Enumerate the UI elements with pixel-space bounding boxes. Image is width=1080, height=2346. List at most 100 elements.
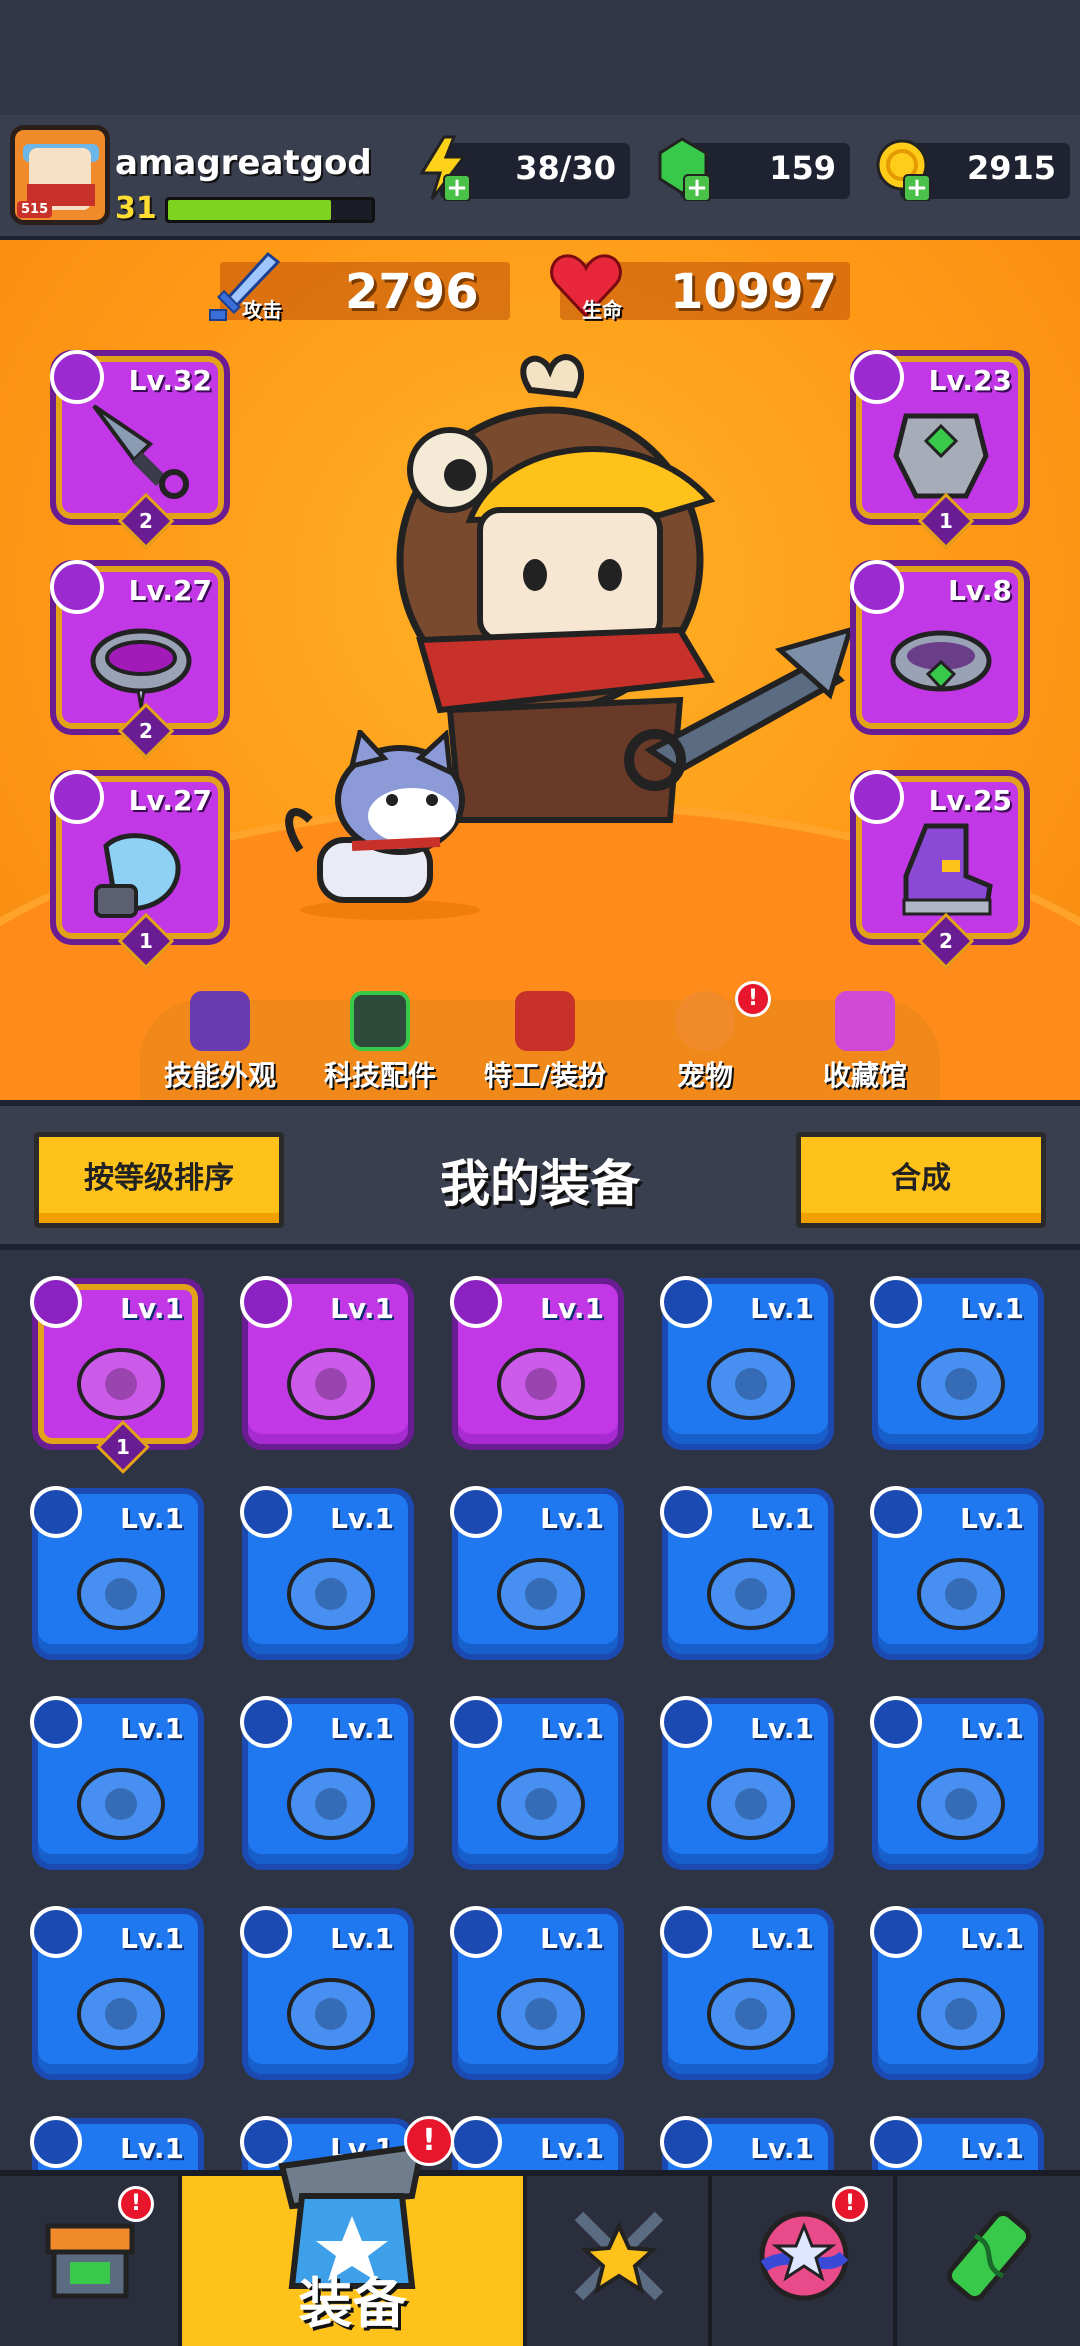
item-level: Lv.1 — [540, 1292, 604, 1325]
category-icon — [870, 1276, 922, 1328]
emerald-necklace-icon — [287, 1768, 375, 1840]
machete-icon — [707, 1348, 795, 1420]
equipment-card[interactable]: Lv.1 — [870, 2116, 1044, 2170]
category-icon — [660, 1276, 712, 1328]
xp-bar — [165, 197, 375, 223]
tab-events[interactable]: ! — [712, 2176, 897, 2346]
category-icon — [240, 1276, 292, 1328]
coin-counter[interactable]: + 2915 — [876, 139, 1070, 201]
player-header: 515 amagreatgod 31 + 38/30 + 159 + 2915 — [0, 115, 1080, 240]
equipment-card[interactable]: Lv.1 — [30, 1906, 204, 2080]
equipped-slot-weapon[interactable]: Lv.32 2 — [50, 350, 230, 550]
tab-lab[interactable] — [897, 2176, 1080, 2346]
category-icon — [450, 1486, 502, 1538]
shop-icon — [45, 2223, 135, 2299]
player-avatar[interactable]: 515 — [10, 125, 110, 225]
equipment-card[interactable]: Lv.1 — [240, 1696, 414, 1870]
pet-cat[interactable] — [280, 730, 500, 920]
merge-button[interactable]: 合成 — [796, 1132, 1046, 1228]
claw-glove-icon — [94, 833, 181, 918]
category-icon — [870, 1486, 922, 1538]
shop-alert-badge: ! — [118, 2186, 154, 2222]
agent-icon — [515, 991, 575, 1051]
equipment-card[interactable]: Lv.1 — [870, 1486, 1044, 1660]
avatar-badge: 515 — [17, 201, 53, 218]
gem-counter[interactable]: + 159 — [658, 137, 850, 201]
energy-plus-icon[interactable]: + — [414, 135, 476, 201]
equipment-card[interactable]: Lv.1 — [240, 1276, 414, 1450]
tab-equipment[interactable]: ! 装备 — [182, 2116, 527, 2346]
equipment-card[interactable]: Lv.1 — [660, 1906, 834, 2080]
item-level: Lv.1 — [540, 1502, 604, 1535]
equipment-card[interactable]: Lv.1 — [660, 2116, 834, 2170]
equipment-card[interactable]: Lv.1 — [450, 2116, 624, 2170]
category-icon — [660, 1696, 712, 1748]
dna-capsule-icon — [946, 2211, 1032, 2301]
equipped-slot-glove[interactable]: Lv.27 1 — [50, 770, 230, 970]
item-level: Lv.1 — [750, 1712, 814, 1745]
equipment-card[interactable]: Lv.1 — [870, 1276, 1044, 1450]
tab-shop[interactable]: ! — [0, 2176, 182, 2346]
equipment-card[interactable]: Lv.1 — [660, 1696, 834, 1870]
skill-skin-icon — [190, 991, 250, 1051]
tech-part-icon — [350, 991, 410, 1051]
equipped-slot-necklace[interactable]: Lv.27 2 — [50, 560, 230, 760]
equipment-card[interactable]: Lv.1 — [450, 1276, 624, 1450]
equipment-card[interactable]: Lv.1 — [450, 1696, 624, 1870]
item-level: Lv.1 — [540, 1922, 604, 1955]
equipment-card[interactable]: Lv.1 — [870, 1906, 1044, 2080]
nav-skill-skin[interactable]: 技能外观 — [150, 985, 290, 1100]
svg-text:+: + — [686, 173, 708, 201]
category-icon — [870, 1696, 922, 1748]
bat-icon — [77, 1558, 165, 1630]
svg-text:+: + — [446, 173, 468, 201]
hp-label: 生命 — [582, 298, 622, 322]
item-level: Lv.1 — [960, 2132, 1024, 2165]
attack-value: 2796 — [345, 264, 479, 320]
gem-belt-icon — [890, 630, 992, 692]
equipment-card[interactable]: Lv.1 — [240, 1486, 414, 1660]
item-level: Lv.1 — [120, 2132, 184, 2165]
equipment-card[interactable]: Lv.1 1 — [30, 1276, 204, 1474]
equipment-card[interactable]: Lv.1 — [30, 1696, 204, 1870]
equipped-slot-boots[interactable]: Lv.25 2 — [850, 770, 1030, 970]
shotgun-icon — [77, 1348, 165, 1420]
equipped-slot-armor[interactable]: Lv.23 1 — [850, 350, 1030, 550]
bone-necklace-icon — [917, 1558, 1005, 1630]
leather-glove-icon — [917, 1978, 1005, 2050]
kunai-icon — [92, 404, 189, 499]
collection-icon — [835, 991, 895, 1051]
tab-battle[interactable] — [527, 2176, 712, 2346]
nav-pet[interactable]: ! 宠物 — [635, 981, 775, 1100]
category-icon — [660, 1486, 712, 1538]
coin-plus-icon[interactable]: + — [874, 135, 936, 201]
equipment-card[interactable]: Lv.1 — [450, 1906, 624, 2080]
category-icon — [660, 1906, 712, 1958]
equipment-card[interactable]: Lv.1 — [660, 1276, 834, 1450]
bottom-tab-bar: ! ! 装备 ! — [0, 2116, 1080, 2346]
equipment-card[interactable]: Lv.1 — [870, 1696, 1044, 1870]
equipment-card[interactable]: Lv.1 — [240, 1906, 414, 2080]
sort-by-level-button[interactable]: 按等级排序 — [34, 1132, 284, 1228]
equipped-slot-belt[interactable]: Lv.8 — [850, 560, 1030, 735]
nav-collection[interactable]: 收藏馆 — [795, 985, 935, 1100]
category-icon — [30, 2116, 82, 2168]
item-level: Lv.1 — [750, 1502, 814, 1535]
item-level: Lv.1 — [330, 1922, 394, 1955]
equipment-card[interactable]: Lv.1 — [450, 1486, 624, 1660]
leaf-armor-icon — [287, 1348, 375, 1420]
equipment-card[interactable]: Lv.1 — [30, 2116, 204, 2170]
category-icon — [870, 1906, 922, 1958]
item-level: Lv.1 — [540, 1712, 604, 1745]
buckle-belt-icon — [497, 1978, 585, 2050]
equipment-card[interactable]: Lv.1 — [660, 1486, 834, 1660]
gem-plus-icon[interactable]: + — [654, 135, 716, 201]
nav-tech-parts[interactable]: 科技配件 — [310, 985, 450, 1100]
spiked-collar-icon — [90, 628, 192, 709]
hero-stage: 2796 攻击 10997 生命 Lv.32 2 Lv.27 2 Lv.27 1… — [0, 240, 1080, 1100]
category-icon — [30, 1696, 82, 1748]
nav-agent[interactable]: 特工/装扮 — [475, 985, 615, 1100]
energy-counter[interactable]: + 38/30 — [419, 135, 630, 201]
equipment-card[interactable]: Lv.1 — [30, 1486, 204, 1660]
item-level: Lv.1 — [120, 1712, 184, 1745]
